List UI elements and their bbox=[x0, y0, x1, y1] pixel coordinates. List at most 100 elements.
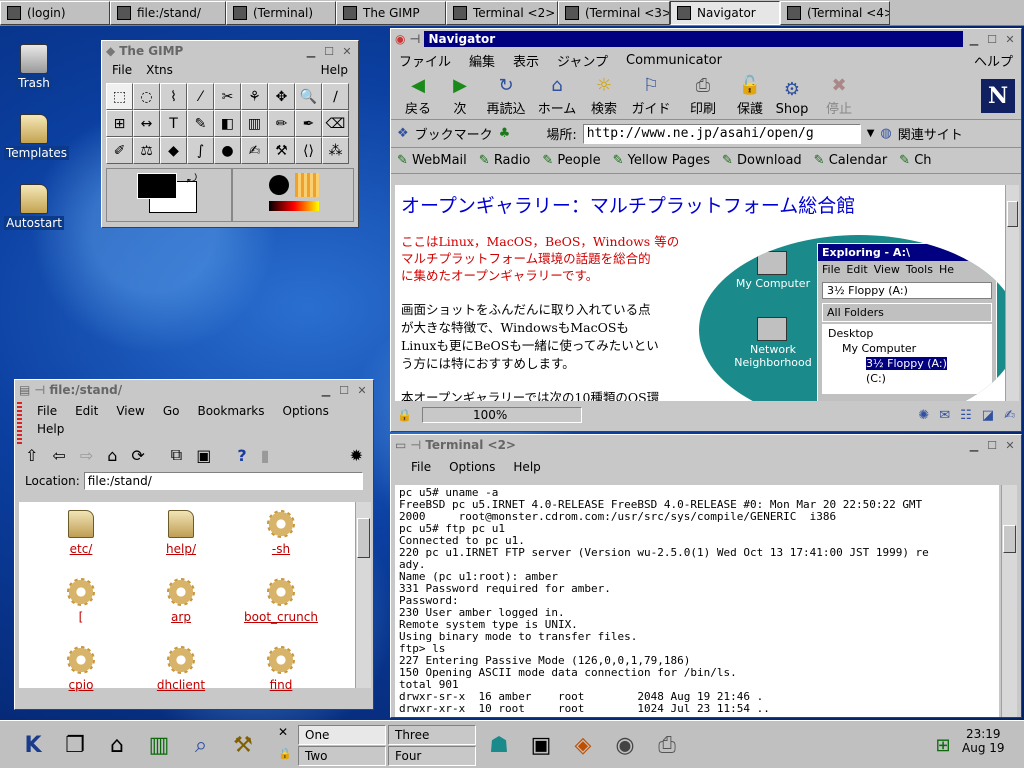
print-button[interactable]: ⎙ 印刷 bbox=[677, 74, 729, 118]
navigator-component-icon[interactable]: ✺ bbox=[918, 408, 929, 423]
personal-download[interactable]: Download bbox=[722, 153, 802, 168]
menu-file[interactable]: File bbox=[112, 63, 132, 77]
file-view-scrollbar[interactable] bbox=[355, 502, 371, 688]
personal-people[interactable]: People bbox=[542, 153, 600, 168]
maximize-icon[interactable]: ☐ bbox=[985, 32, 999, 46]
security-button[interactable]: 🔓 保護 bbox=[729, 74, 771, 118]
help-book-icon[interactable]: ☗ bbox=[480, 725, 518, 765]
terminal-titlebar[interactable]: ▭ ⊣ Terminal <2> ▁ ☐ ✕ bbox=[391, 435, 1021, 455]
file-item[interactable]: help/ bbox=[141, 510, 221, 556]
file-item[interactable]: cpio bbox=[41, 646, 121, 692]
menu-edit[interactable]: Edit bbox=[75, 404, 98, 418]
gimp-tool-21-icon[interactable]: ∫ bbox=[187, 137, 214, 164]
menu-bookmarks[interactable]: Bookmarks bbox=[197, 404, 264, 418]
personal-channels[interactable]: Ch bbox=[899, 153, 931, 168]
help-icon[interactable]: ? bbox=[237, 446, 246, 465]
menu-file[interactable]: File bbox=[411, 460, 431, 474]
home-folder-icon[interactable]: ⌂ bbox=[98, 725, 136, 765]
file-item[interactable]: -sh bbox=[241, 510, 321, 556]
swap-colors-icon[interactable]: ⤾ bbox=[187, 171, 197, 186]
gimp-tool-22-icon[interactable]: ● bbox=[214, 137, 241, 164]
menu-edit[interactable]: 編集 bbox=[469, 51, 495, 70]
virtual-desktop-two[interactable]: Two bbox=[298, 746, 386, 766]
menu-options[interactable]: Options bbox=[283, 404, 329, 418]
close-icon[interactable]: ✕ bbox=[1003, 438, 1017, 452]
gimp-tool-15-icon[interactable]: ✏ bbox=[268, 110, 295, 137]
personal-calendar[interactable]: Calendar bbox=[814, 153, 887, 168]
menu-jump[interactable]: ジャンプ bbox=[557, 51, 608, 70]
gimp-tool-20-icon[interactable]: ◆ bbox=[160, 137, 187, 164]
minimize-icon[interactable]: ▁ bbox=[967, 32, 981, 46]
related-sites-button[interactable]: 関連サイト bbox=[898, 124, 963, 143]
virtual-desktop-one[interactable]: One bbox=[298, 725, 386, 745]
control-center-icon[interactable]: ⚒ bbox=[224, 725, 262, 765]
gimp-tool-13-icon[interactable]: ◧ bbox=[214, 110, 241, 137]
gimp-tool-8-icon[interactable]: ∕ bbox=[322, 83, 349, 110]
menu-help[interactable]: Help bbox=[37, 422, 64, 436]
pattern-icon[interactable] bbox=[295, 173, 319, 197]
gimp-tool-23-icon[interactable]: ✍ bbox=[241, 137, 268, 164]
gimp-tool-5-icon[interactable]: ⚘ bbox=[241, 83, 268, 110]
file-item[interactable]: etc/ bbox=[41, 510, 121, 556]
gimp-tool-26-icon[interactable]: ⁂ bbox=[322, 137, 349, 164]
addressbook-component-icon[interactable]: ◪ bbox=[982, 408, 994, 423]
printer-icon[interactable]: ⎙ bbox=[648, 725, 686, 765]
close-icon[interactable]: ✕ bbox=[355, 383, 369, 397]
maximize-icon[interactable]: ☐ bbox=[322, 44, 336, 58]
gimp-tool-9-icon[interactable]: ⊞ bbox=[106, 110, 133, 137]
gimp-tool-17-icon[interactable]: ⌫ bbox=[322, 110, 349, 137]
menu-help[interactable]: Help bbox=[321, 63, 348, 77]
menu-view[interactable]: View bbox=[116, 404, 144, 418]
stop-icon[interactable]: ▮ bbox=[261, 446, 270, 465]
menu-communicator[interactable]: Communicator bbox=[626, 53, 722, 68]
windows-list-icon[interactable]: ❐ bbox=[56, 725, 94, 765]
virtual-desktop-three[interactable]: Three bbox=[388, 725, 476, 745]
stop-button[interactable]: ✖ 停止 bbox=[813, 74, 865, 118]
minimize-icon[interactable]: ▁ bbox=[967, 438, 981, 452]
reload-button[interactable]: ↻ 再読込 bbox=[481, 74, 531, 118]
task-terminal[interactable]: (Terminal) bbox=[226, 1, 336, 25]
terminal-scrollbar[interactable] bbox=[1001, 485, 1017, 717]
close-panel-icon[interactable]: ✕ bbox=[278, 725, 288, 739]
paste-icon[interactable]: ▣ bbox=[196, 446, 211, 465]
pin-icon[interactable]: ⊣ bbox=[34, 383, 45, 397]
scroll-thumb[interactable] bbox=[1007, 201, 1018, 227]
gimp-tool-10-icon[interactable]: ↔ bbox=[133, 110, 160, 137]
forward-arrow-icon[interactable]: ⇨ bbox=[80, 446, 93, 465]
search-button[interactable]: ☼ 検索 bbox=[583, 74, 625, 118]
guide-button[interactable]: ⚐ ガイド bbox=[625, 74, 677, 118]
home-icon[interactable]: ⌂ bbox=[107, 446, 117, 465]
back-button[interactable]: ◀ 戻る bbox=[397, 74, 439, 118]
task-gimp[interactable]: The GIMP bbox=[336, 1, 446, 25]
terminal-output[interactable]: pc u5# uname -a FreeBSD pc u5.IRNET 4.0-R… bbox=[395, 485, 999, 717]
page-scrollbar[interactable] bbox=[1005, 185, 1019, 401]
personal-webmail[interactable]: WebMail bbox=[397, 153, 467, 168]
location-input[interactable]: file:/stand/ bbox=[83, 472, 363, 490]
close-icon[interactable]: ✕ bbox=[1003, 32, 1017, 46]
gimp-tool-3-icon[interactable]: ⁄ bbox=[187, 83, 214, 110]
navigator-titlebar[interactable]: ◉ ⊣ Navigator ▁ ☐ ✕ bbox=[391, 29, 1021, 49]
menu-help[interactable]: ヘルプ bbox=[974, 51, 1013, 70]
brush-icon[interactable] bbox=[269, 175, 289, 195]
up-arrow-icon[interactable]: ⇧ bbox=[25, 446, 38, 465]
personal-radio[interactable]: Radio bbox=[479, 153, 531, 168]
forward-button[interactable]: ▶ 次 bbox=[439, 74, 481, 118]
gimp-tool-4-icon[interactable]: ✂ bbox=[214, 83, 241, 110]
gimp-tool-16-icon[interactable]: ✒ bbox=[295, 110, 322, 137]
task-terminal-4[interactable]: (Terminal <4> bbox=[780, 1, 890, 25]
task-login[interactable]: (login) bbox=[0, 1, 110, 25]
discussion-component-icon[interactable]: ☷ bbox=[960, 408, 972, 423]
file-item[interactable]: dhclient bbox=[141, 646, 221, 692]
gimp-tool-24-icon[interactable]: ⚒ bbox=[268, 137, 295, 164]
bookmark-button[interactable]: ブックマーク bbox=[415, 124, 493, 143]
minimize-icon[interactable]: ▁ bbox=[319, 383, 333, 397]
bookmark-icon[interactable]: ❖ bbox=[397, 126, 409, 141]
gear-icon[interactable]: ✹ bbox=[350, 446, 363, 465]
personal-yellow-pages[interactable]: Yellow Pages bbox=[613, 153, 710, 168]
menu-file[interactable]: ファイル bbox=[399, 51, 451, 70]
gimp-titlebar[interactable]: ◆ The GIMP ▁ ☐ ✕ bbox=[102, 41, 358, 61]
gimp-tool-25-icon[interactable]: ⟨⟩ bbox=[295, 137, 322, 164]
shop-button[interactable]: ⚙ Shop bbox=[771, 78, 813, 118]
foreground-color-swatch[interactable] bbox=[137, 173, 177, 199]
menubar-handle[interactable] bbox=[17, 402, 22, 446]
